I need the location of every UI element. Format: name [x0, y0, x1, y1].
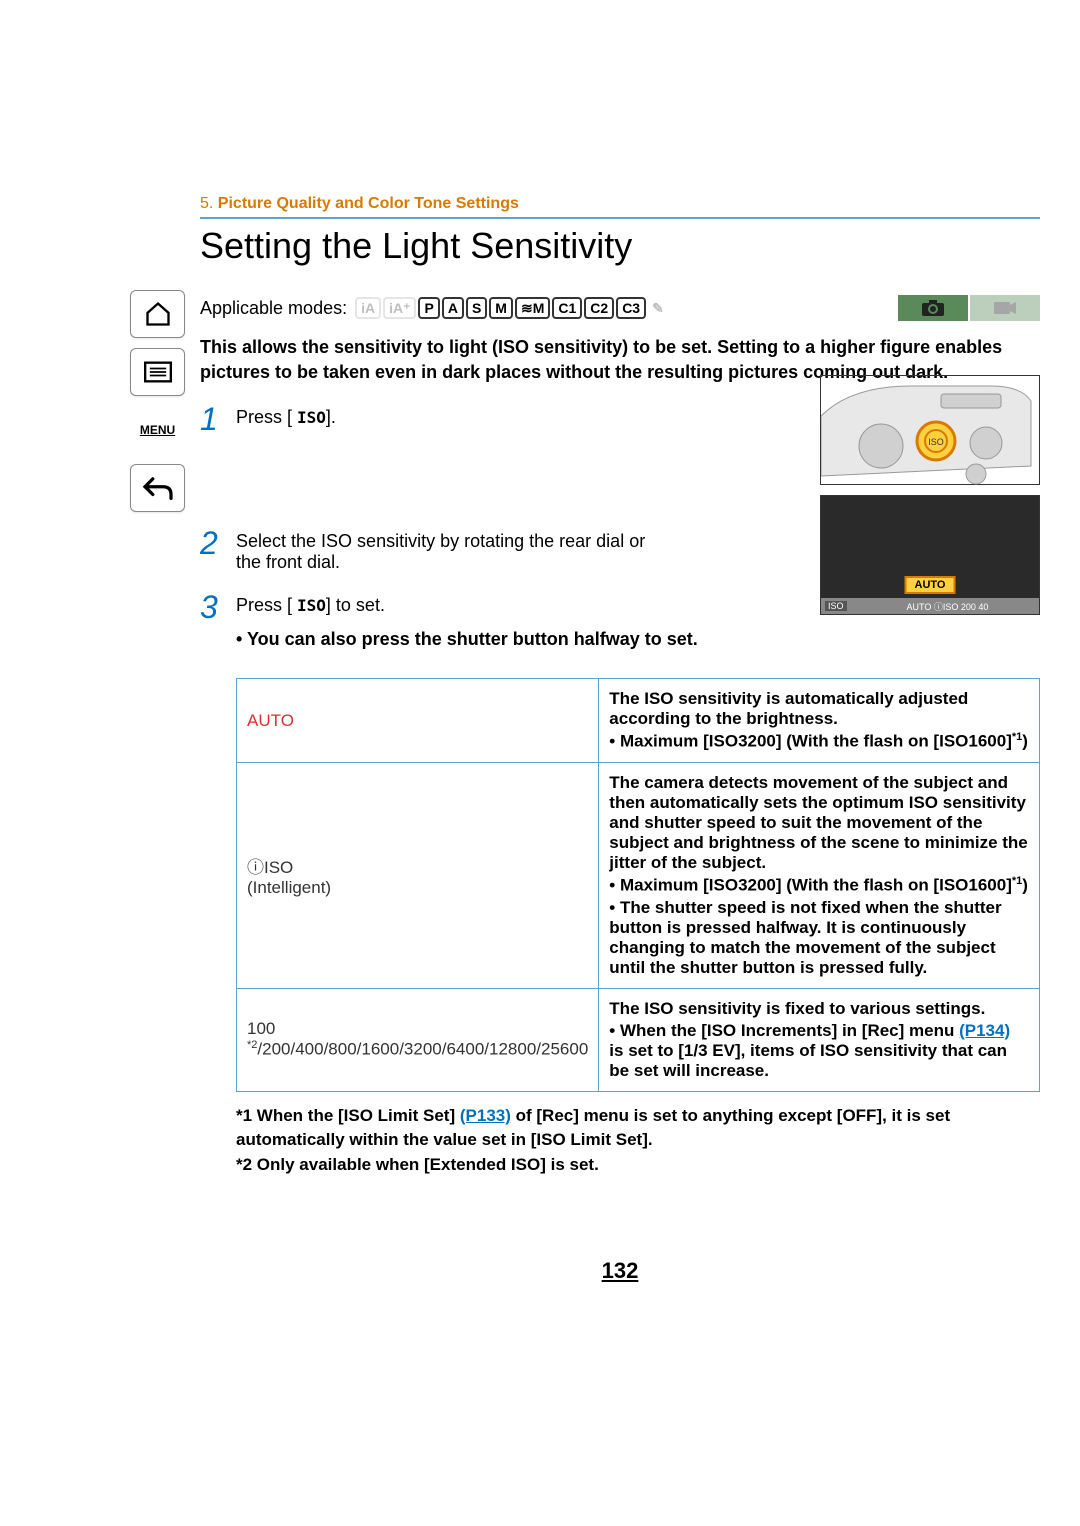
intelligent-bullet-2: • The shutter speed is not fixed when th…: [609, 898, 1029, 978]
footnote-2: *2 Only available when [Extended ISO] is…: [236, 1153, 1040, 1178]
screen-values: AUTO ⓘISO 200 40: [907, 600, 989, 613]
mode-ia-icon: iA: [355, 297, 381, 319]
fixed-desc: The ISO sensitivity is fixed to various …: [609, 999, 1029, 1019]
page-number: 132: [200, 1258, 1040, 1284]
iso-glyph-icon: ISO: [297, 596, 326, 615]
contents-icon[interactable]: [130, 348, 185, 396]
breadcrumb-text: Picture Quality and Color Tone Settings: [218, 195, 519, 212]
step-2-text: Select the ISO sensitivity by rotating t…: [236, 527, 656, 573]
page-title: Setting the Light Sensitivity: [200, 225, 1040, 267]
camera-illustration: ISO: [820, 375, 1040, 485]
mode-creative-icon: ✎: [648, 299, 668, 317]
mode-c3-icon: C3: [616, 297, 646, 319]
mode-movie-icon: ≋M: [515, 297, 550, 319]
screen-illustration: AUTO ISO AUTO ⓘISO 200 40: [820, 495, 1040, 615]
intelligent-label: ⓘISO (Intelligent): [237, 763, 599, 989]
mode-iaplus-icon: iA⁺: [383, 297, 416, 319]
table-row: 100 *2/200/400/800/1600/3200/6400/12800/…: [237, 988, 1040, 1091]
table-row: ⓘISO (Intelligent) The camera detects mo…: [237, 763, 1040, 989]
modes-label: Applicable modes:: [200, 298, 347, 319]
back-icon[interactable]: [130, 464, 185, 512]
step-3-number: 3: [200, 591, 236, 623]
fixed-values-label: 100 *2/200/400/800/1600/3200/6400/12800/…: [237, 988, 599, 1091]
mode-s-icon: S: [466, 297, 487, 319]
footnote-1: *1 When the [ISO Limit Set] (P133) of [R…: [236, 1104, 1040, 1153]
screen-auto-label: AUTO: [905, 576, 956, 594]
breadcrumb-num: 5.: [200, 195, 213, 212]
intelligent-desc: The camera detects movement of the subje…: [609, 773, 1029, 873]
mode-c1-icon: C1: [552, 297, 582, 319]
mode-p-icon: P: [418, 297, 439, 319]
auto-label: AUTO: [247, 711, 294, 730]
breadcrumb: 5. Picture Quality and Color Tone Settin…: [200, 195, 1040, 217]
table-row: AUTO The ISO sensitivity is automaticall…: [237, 679, 1040, 763]
intelligent-bullet-1: • Maximum [ISO3200] (With the flash on […: [609, 875, 1029, 896]
svg-text:ISO: ISO: [928, 437, 944, 447]
auto-bullet: • Maximum [ISO3200] (With the flash on […: [609, 731, 1029, 752]
home-icon[interactable]: [130, 290, 185, 338]
step-3-note: • You can also press the shutter button …: [236, 629, 1040, 650]
screen-iso-label: ISO: [825, 601, 847, 611]
step-2-number: 2: [200, 527, 236, 559]
video-badge-icon: [970, 295, 1040, 321]
iso-glyph-icon: ISO: [297, 408, 326, 427]
mode-c2-icon: C2: [584, 297, 614, 319]
auto-desc: The ISO sensitivity is automatically adj…: [609, 689, 1029, 729]
mode-a-icon: A: [442, 297, 464, 319]
mode-icons: iA iA⁺ P A S M ≋M C1 C2 C3 ✎: [355, 297, 668, 319]
fixed-bullet: • When the [ISO Increments] in [Rec] men…: [609, 1021, 1029, 1081]
step-1-number: 1: [200, 403, 236, 435]
mode-m-icon: M: [489, 297, 513, 319]
menu-icon[interactable]: MENU: [130, 406, 185, 454]
p133-link[interactable]: (P133): [460, 1106, 511, 1125]
p134-link[interactable]: (P134): [959, 1021, 1010, 1040]
iso-settings-table: AUTO The ISO sensitivity is automaticall…: [236, 678, 1040, 1091]
photo-badge-icon: [898, 295, 968, 321]
